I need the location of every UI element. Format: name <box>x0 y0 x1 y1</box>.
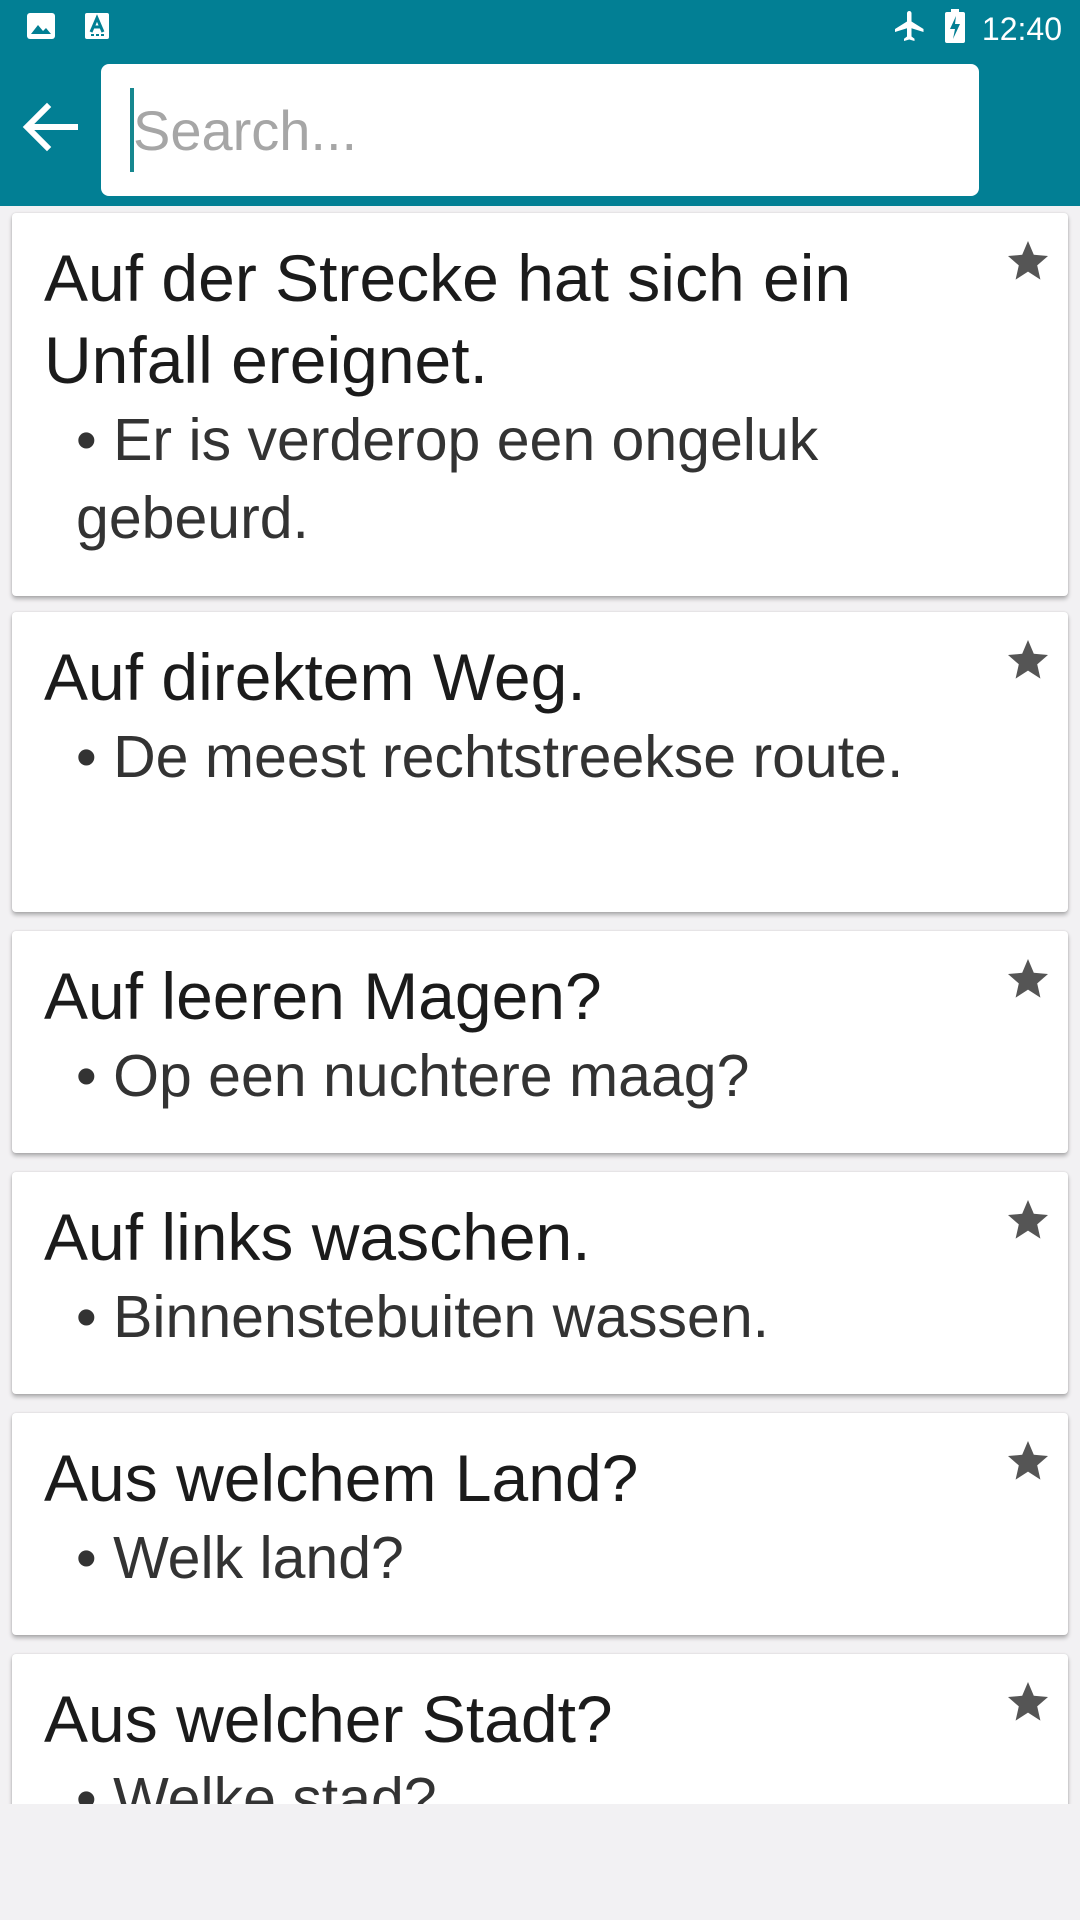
empty-bottom-area <box>0 1804 1080 1920</box>
system-status: 12:40 <box>892 8 1062 49</box>
airplane-icon <box>892 8 928 49</box>
star-icon[interactable] <box>1004 1678 1052 1726</box>
phrase-card[interactable]: Auf leeren Magen? • Op een nuchtere maag… <box>12 931 1068 1153</box>
phrase-dutch: • De meest rechtstreekse route. <box>76 718 956 796</box>
battery-charging-icon <box>944 8 966 49</box>
notification-icons <box>26 12 110 45</box>
phrase-german: Auf direktem Weg. <box>44 640 586 714</box>
phrase-list[interactable]: Auf der Strecke hat sich ein Unfall erei… <box>0 206 1080 1804</box>
phrase-german: Auf der Strecke hat sich ein Unfall erei… <box>44 241 852 397</box>
phrase-card[interactable]: Auf direktem Weg. • De meest rechtstreek… <box>12 612 1068 912</box>
star-icon[interactable] <box>1004 955 1052 1003</box>
phrase-card[interactable]: Auf links waschen. • Binnenstebuiten was… <box>12 1172 1068 1394</box>
phrasebook-search-screen: 12:40 Auf der Strecke hat sich ein Unfal… <box>0 0 1080 1920</box>
star-icon[interactable] <box>1004 636 1052 684</box>
star-icon[interactable] <box>1004 237 1052 285</box>
bullet: • <box>76 1043 114 1109</box>
image-icon <box>26 12 56 45</box>
text-cursor <box>130 88 134 172</box>
bullet: • <box>76 1525 114 1591</box>
app-bar: 12:40 <box>0 0 1080 206</box>
phrase-dutch: • Er is verderop een ongeluk gebeurd. <box>76 401 956 557</box>
status-bar: 12:40 <box>0 0 1080 56</box>
phrase-card[interactable]: Auf der Strecke hat sich ein Unfall erei… <box>12 213 1068 596</box>
phrase-german: Auf links waschen. <box>44 1200 591 1274</box>
phrase-card[interactable]: Aus welchem Land? • Welk land? <box>12 1413 1068 1635</box>
bullet: • <box>76 1284 114 1350</box>
phrase-dutch-text: De meest rechtstreekse route. <box>113 724 904 790</box>
phrase-german: Auf leeren Magen? <box>44 959 602 1033</box>
text-recognition-icon <box>84 12 110 45</box>
phrase-german: Aus welcher Stadt? <box>44 1682 613 1756</box>
arrow-left-icon <box>21 101 79 158</box>
bullet: • <box>76 724 114 790</box>
phrase-dutch-text: Welke stad? <box>113 1766 437 1804</box>
phrase-dutch: • Binnenstebuiten wassen. <box>76 1278 956 1356</box>
back-button[interactable] <box>20 94 80 164</box>
bullet: • <box>76 1766 114 1804</box>
search-box[interactable] <box>101 64 979 196</box>
phrase-dutch-text: Binnenstebuiten wassen. <box>113 1284 770 1350</box>
phrase-card[interactable]: Aus welcher Stadt? • Welke stad? <box>12 1654 1068 1804</box>
phrase-dutch-text: Op een nuchtere maag? <box>113 1043 750 1109</box>
status-time: 12:40 <box>981 10 1062 47</box>
phrase-dutch-text: Er is verderop een ongeluk gebeurd. <box>76 407 819 551</box>
phrase-german: Aus welchem Land? <box>44 1441 639 1515</box>
phrase-dutch-text: Welk land? <box>113 1525 404 1591</box>
star-icon[interactable] <box>1004 1196 1052 1244</box>
phrase-dutch: • Welk land? <box>76 1519 956 1597</box>
bullet: • <box>76 407 114 473</box>
phrase-dutch: • Op een nuchtere maag? <box>76 1037 956 1115</box>
star-icon[interactable] <box>1004 1437 1052 1485</box>
search-input[interactable] <box>133 84 953 176</box>
phrase-dutch: • Welke stad? <box>76 1760 956 1804</box>
